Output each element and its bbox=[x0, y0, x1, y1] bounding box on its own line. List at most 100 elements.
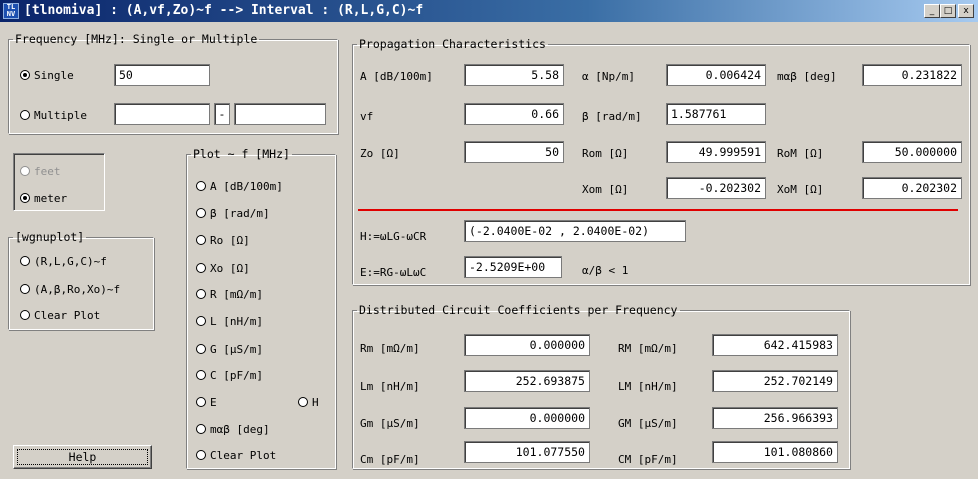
title-bar[interactable]: TL NV [tlnomiva] : (A,vf,Zo)~f --> Inter… bbox=[0, 0, 978, 22]
wgnuplot-clear-radio[interactable]: Clear Plot bbox=[20, 309, 100, 322]
a-output[interactable]: 5.58 bbox=[464, 64, 564, 86]
plot-h-radio[interactable]: H bbox=[298, 396, 319, 409]
multiple-to-input[interactable] bbox=[234, 103, 326, 125]
roM-output[interactable]: 50.000000 bbox=[862, 141, 962, 163]
plot-xo-label: Xo [Ω] bbox=[210, 262, 250, 275]
plot-ro-label: Ro [Ω] bbox=[210, 234, 250, 247]
wgnuplot-clear-label: Clear Plot bbox=[34, 309, 101, 322]
plot-legend: Plot ~ f [MHz] bbox=[193, 147, 290, 161]
radio-icon bbox=[196, 289, 206, 299]
help-button[interactable]: Help bbox=[13, 445, 152, 469]
multiple-from-input[interactable] bbox=[114, 103, 210, 125]
cm-output[interactable]: 101.077550 bbox=[464, 441, 590, 463]
radio-icon bbox=[20, 256, 30, 266]
GM-label: GM [µS/m] bbox=[618, 417, 678, 430]
frequency-legend: Frequency [MHz]: Single or Multiple bbox=[15, 32, 258, 46]
plot-g-label: G [µS/m] bbox=[210, 343, 263, 356]
xoM-label: XoM [Ω] bbox=[777, 183, 824, 196]
minimize-button[interactable]: _ bbox=[924, 4, 940, 18]
e-output[interactable]: -2.5209E+00 bbox=[464, 256, 562, 278]
rm-output[interactable]: 0.000000 bbox=[464, 334, 590, 356]
plot-c-radio[interactable]: C [pF/m] bbox=[196, 369, 263, 382]
radio-icon bbox=[196, 208, 206, 218]
RM-label: RM [mΩ/m] bbox=[618, 342, 678, 355]
meter-label: meter bbox=[34, 192, 68, 205]
xom-output[interactable]: -0.202302 bbox=[666, 177, 766, 199]
single-radio[interactable]: Single bbox=[20, 69, 74, 82]
CM-output[interactable]: 101.080860 bbox=[712, 441, 838, 463]
h-output[interactable]: (-2.0400E-02 , 2.0400E-02) bbox=[464, 220, 686, 242]
plot-beta-radio[interactable]: β [rad/m] bbox=[196, 207, 270, 220]
wgnuplot-rlgc-label: (R,L,G,C)~f bbox=[34, 255, 107, 268]
separator-line bbox=[358, 209, 958, 211]
radio-icon bbox=[196, 397, 206, 407]
feet-label: feet bbox=[34, 165, 61, 178]
wgnuplot-abroxo-radio[interactable]: (A,β,Ro,Xo)~f bbox=[20, 283, 120, 296]
radio-icon bbox=[20, 166, 30, 176]
plot-g-radio[interactable]: G [µS/m] bbox=[196, 343, 263, 356]
plot-a-radio[interactable]: A [dB/100m] bbox=[196, 180, 283, 193]
plot-l-radio[interactable]: L [nH/m] bbox=[196, 315, 263, 328]
close-button[interactable]: x bbox=[958, 4, 974, 18]
radio-selected-icon bbox=[20, 70, 30, 80]
meter-radio[interactable]: meter bbox=[20, 192, 67, 205]
e-formula-label: E:=RG-ωLωC bbox=[360, 266, 427, 279]
radio-icon bbox=[20, 310, 30, 320]
radio-icon bbox=[20, 284, 30, 294]
distributed-legend: Distributed Circuit Coefficients per Fre… bbox=[359, 303, 678, 317]
radio-icon bbox=[196, 263, 206, 273]
multiple-label: Multiple bbox=[34, 109, 87, 122]
wgnuplot-abroxo-label: (A,β,Ro,Xo)~f bbox=[34, 283, 121, 296]
roM-label: RoM [Ω] bbox=[777, 147, 824, 160]
LM-output[interactable]: 252.702149 bbox=[712, 370, 838, 392]
plot-mab-radio[interactable]: mαβ [deg] bbox=[196, 423, 270, 436]
radio-icon bbox=[196, 235, 206, 245]
cm-label: Cm [pF/m] bbox=[360, 453, 420, 466]
plot-clear-label: Clear Plot bbox=[210, 449, 277, 462]
zo-output[interactable]: 50 bbox=[464, 141, 564, 163]
plot-beta-label: β [rad/m] bbox=[210, 207, 270, 220]
plot-c-label: C [pF/m] bbox=[210, 369, 263, 382]
plot-e-label: E bbox=[210, 396, 217, 409]
plot-ro-radio[interactable]: Ro [Ω] bbox=[196, 234, 250, 247]
LM-label: LM [nH/m] bbox=[618, 380, 678, 393]
radio-icon bbox=[298, 397, 308, 407]
CM-label: CM [pF/m] bbox=[618, 453, 678, 466]
plot-r-label: R [mΩ/m] bbox=[210, 288, 263, 301]
single-frequency-input[interactable]: 50 bbox=[114, 64, 210, 86]
plot-clear-radio[interactable]: Clear Plot bbox=[196, 449, 276, 462]
rm-label: Rm [mΩ/m] bbox=[360, 342, 420, 355]
plot-mab-label: mαβ [deg] bbox=[210, 423, 270, 436]
radio-selected-icon bbox=[20, 193, 30, 203]
rom-output[interactable]: 49.999591 bbox=[666, 141, 766, 163]
beta-output[interactable]: 1.587761 bbox=[666, 103, 766, 125]
rom-label: Rom [Ω] bbox=[582, 147, 629, 160]
maximize-button[interactable]: □ bbox=[940, 4, 956, 18]
vf-label: vf bbox=[360, 110, 374, 123]
feet-radio[interactable]: feet bbox=[20, 165, 61, 178]
radio-icon bbox=[196, 344, 206, 354]
plot-l-label: L [nH/m] bbox=[210, 315, 263, 328]
gm-output[interactable]: 0.000000 bbox=[464, 407, 590, 429]
multiple-radio[interactable]: Multiple bbox=[20, 109, 87, 122]
mab-output[interactable]: 0.231822 bbox=[862, 64, 962, 86]
wgnuplot-legend: [wgnuplot] bbox=[15, 230, 85, 244]
plot-xo-radio[interactable]: Xo [Ω] bbox=[196, 262, 250, 275]
vf-output[interactable]: 0.66 bbox=[464, 103, 564, 125]
radio-icon bbox=[196, 450, 206, 460]
lm-output[interactable]: 252.693875 bbox=[464, 370, 590, 392]
alpha-output[interactable]: 0.006424 bbox=[666, 64, 766, 86]
plot-e-radio[interactable]: E bbox=[196, 396, 217, 409]
xoM-output[interactable]: 0.202302 bbox=[862, 177, 962, 199]
mab-label: mαβ [deg] bbox=[777, 70, 837, 83]
plot-r-radio[interactable]: R [mΩ/m] bbox=[196, 288, 263, 301]
RM-output[interactable]: 642.415983 bbox=[712, 334, 838, 356]
plot-a-label: A [dB/100m] bbox=[210, 180, 283, 193]
app-icon[interactable]: TL NV bbox=[3, 3, 19, 19]
plot-group: Plot ~ f [MHz] bbox=[186, 147, 336, 469]
window-title: [tlnomiva] : (A,vf,Zo)~f --> Interval : … bbox=[24, 3, 424, 18]
zo-label: Zo [Ω] bbox=[360, 147, 400, 160]
wgnuplot-rlgc-radio[interactable]: (R,L,G,C)~f bbox=[20, 255, 107, 268]
GM-output[interactable]: 256.966393 bbox=[712, 407, 838, 429]
a-label: A [dB/100m] bbox=[360, 70, 433, 83]
